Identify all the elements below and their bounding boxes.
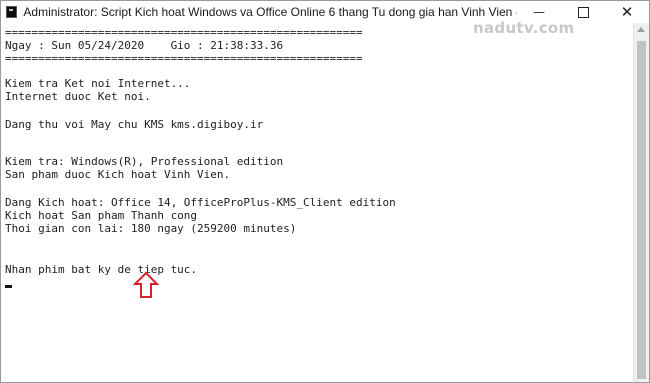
- minimize-icon: —: [533, 5, 545, 19]
- console-line: San pham duoc Kich hoat Vinh Vien.: [5, 168, 231, 181]
- cmd-icon[interactable]: [6, 6, 18, 18]
- remaining-time-line: Thoi gian con lai: 180 ngay (259200 minu…: [5, 222, 297, 235]
- window-title: Administrator: Script Kich hoat Windows …: [23, 5, 517, 19]
- console-line: Kiem tra Ket noi Internet...: [5, 77, 191, 90]
- close-button[interactable]: ✕: [605, 1, 649, 23]
- maximize-icon: [577, 6, 589, 18]
- scroll-up-icon[interactable]: [637, 27, 645, 32]
- separator-line: ========================================…: [5, 26, 363, 39]
- console-line: Nhan phim bat ky de tiep tuc.: [5, 263, 198, 276]
- separator-line: ========================================…: [5, 52, 363, 65]
- date-time-line: Ngay : Sun 05/24/2020 Gio : 21:38:33.36: [5, 39, 284, 52]
- console-line: Kiem tra: Windows(R), Professional editi…: [5, 155, 284, 168]
- console-window: Administrator: Script Kich hoat Windows …: [0, 0, 650, 383]
- close-icon: ✕: [620, 3, 634, 21]
- console-line: Dang thu voi May chu KMS kms.digiboy.ir: [5, 118, 264, 131]
- console-line: Kich hoat San pham Thanh cong: [5, 209, 198, 222]
- watermark: nadutv.com: [473, 19, 575, 37]
- scroll-thumb[interactable]: [637, 41, 646, 379]
- console-line: Internet duoc Ket noi.: [5, 90, 151, 103]
- up-arrow-icon: [133, 271, 159, 298]
- console-output[interactable]: ========================================…: [1, 23, 635, 382]
- text-cursor: [5, 285, 12, 288]
- console-line: Dang Kich hoat: Office 14, OfficeProPlus…: [5, 196, 396, 209]
- vertical-scrollbar[interactable]: [633, 23, 649, 382]
